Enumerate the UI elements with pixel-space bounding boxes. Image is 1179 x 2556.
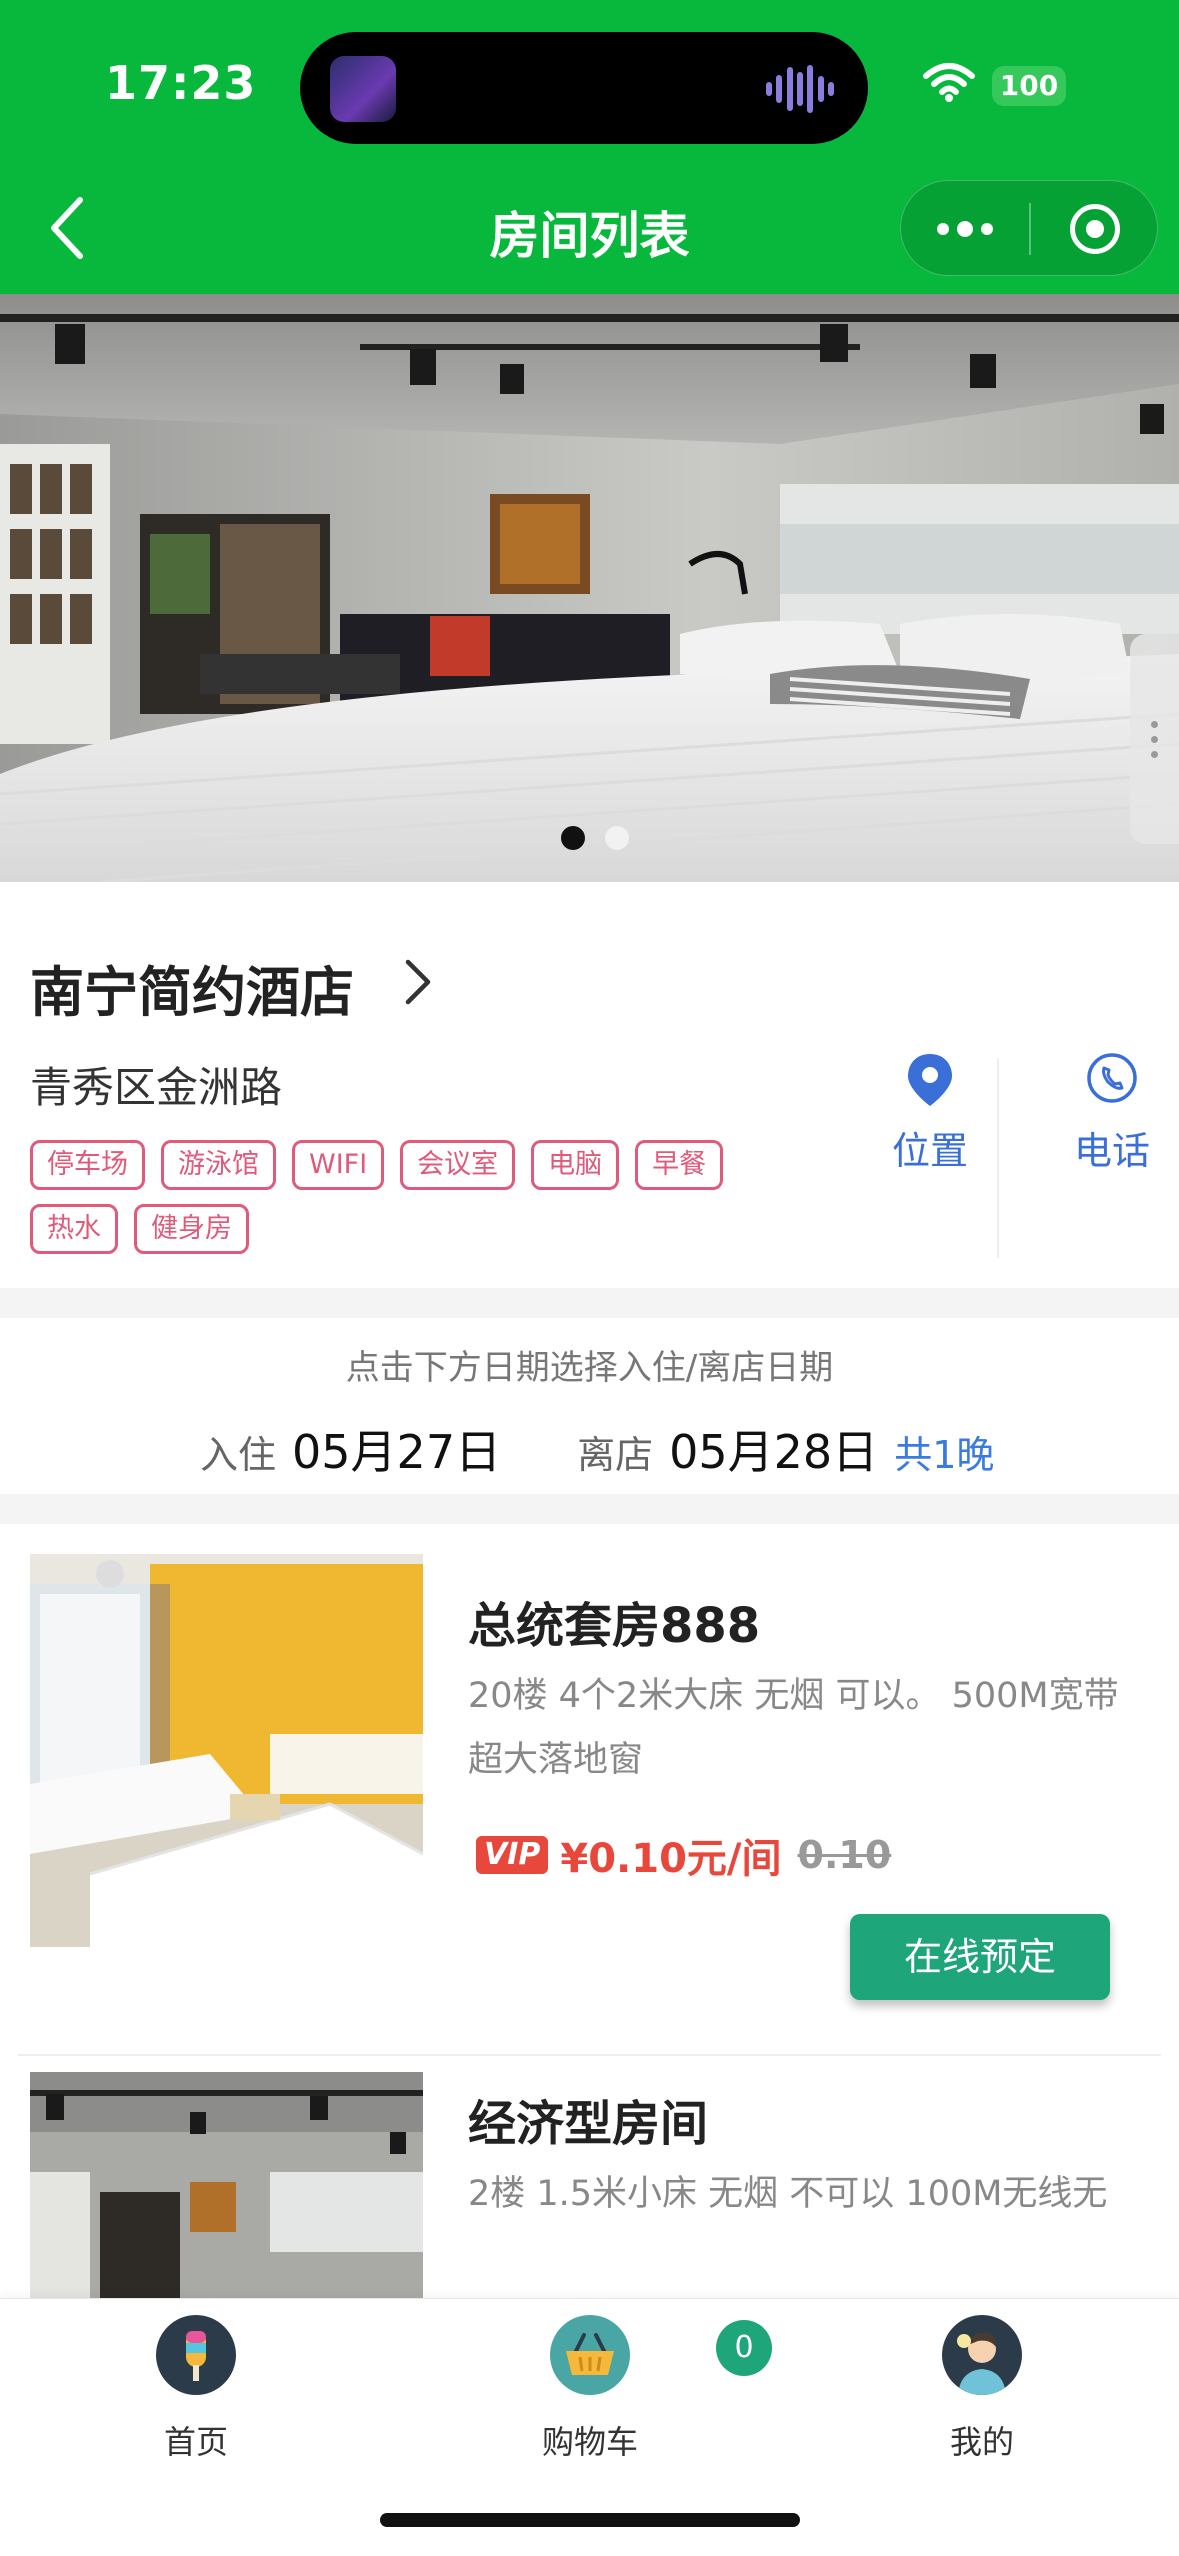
chevron-right-icon[interactable] <box>398 952 438 1012</box>
room-photo <box>30 1554 423 1947</box>
checkin-label: 入住 <box>200 1433 277 1477</box>
carousel-dot[interactable] <box>604 826 629 850</box>
tab-label: 购物车 <box>541 2423 638 2461</box>
hotel-address: 青秀区金洲路 <box>30 1063 283 1112</box>
amenity-tag: 热水 <box>30 1204 118 1254</box>
page: 17:23 100 房间列表 南宁简约酒店 青秀区金洲路 停车场 游泳馆 WIF… <box>0 0 1179 2556</box>
more-button[interactable] <box>901 181 1029 277</box>
app-thumbnail-icon <box>330 56 396 122</box>
hotel-banner-carousel[interactable] <box>0 294 1179 882</box>
wifi-icon <box>923 63 975 102</box>
room-description: 2楼 1.5米小床 无烟 不可以 100M无线无 <box>468 2174 1108 2214</box>
room-card[interactable]: 经济型房间 2楼 1.5米小床 无烟 不可以 100M无线无 <box>0 2056 1179 2298</box>
original-price: 0.10 <box>797 1833 892 1877</box>
room-description: 20楼 4个2米大床 无烟 可以。 500M宽带 超大落地窗 <box>468 1676 1119 1780</box>
carousel-dots <box>0 826 1179 850</box>
close-miniprogram-button[interactable] <box>1031 181 1159 277</box>
section-gap <box>0 1494 1179 1524</box>
tab-cart[interactable]: 购物车 <box>490 2315 690 2463</box>
checkout-label: 离店 <box>577 1433 654 1477</box>
nights-count: 共1晚 <box>894 1433 995 1477</box>
tab-label: 我的 <box>949 2423 1014 2461</box>
price-row: VIP ¥0.10元/间 0.10 <box>476 1826 891 1884</box>
room-card[interactable]: 总统套房888 20楼 4个2米大床 无烟 可以。 500M宽带 超大落地窗 V… <box>0 1524 1179 2054</box>
phone-label: 电话 <box>1073 1129 1150 1173</box>
room-name: 经济型房间 <box>468 2096 709 2152</box>
hotel-name[interactable]: 南宁简约酒店 <box>30 948 354 1027</box>
room-photo <box>30 2072 423 2298</box>
battery-indicator: 100 <box>992 66 1066 106</box>
hotel-info-card: 南宁简约酒店 青秀区金洲路 停车场 游泳馆 WIFI 会议室 电脑 早餐 热水 … <box>0 912 1179 1288</box>
date-hint: 点击下方日期选择入住/离店日期 <box>345 1348 834 1388</box>
tab-profile[interactable]: 我的 <box>882 2315 1082 2463</box>
header: 17:23 100 房间列表 <box>0 0 1179 294</box>
amenity-tag: 停车场 <box>30 1140 145 1190</box>
amenity-tag: WIFI <box>292 1140 385 1190</box>
cart-count-badge: 0 <box>716 2320 772 2376</box>
checkout-date[interactable]: 05月28日 <box>669 1416 878 1482</box>
amenity-tag: 电脑 <box>531 1140 620 1190</box>
phone-button[interactable]: 电话 <box>1050 1052 1174 1175</box>
carousel-dot-active[interactable] <box>560 826 585 850</box>
banner-photo <box>0 294 1179 882</box>
phone-icon <box>1087 1053 1137 1103</box>
action-divider <box>997 1058 999 1258</box>
location-button[interactable]: 位置 <box>870 1052 990 1175</box>
amenity-tag: 健身房 <box>134 1204 249 1254</box>
date-selector[interactable]: 点击下方日期选择入住/离店日期 入住 05月27日 离店 05月28日 共1晚 <box>0 1318 1179 1494</box>
book-online-button[interactable]: 在线预定 <box>850 1914 1110 2000</box>
target-icon <box>1070 204 1120 254</box>
status-time: 17:23 <box>105 56 257 110</box>
side-drawer-handle[interactable] <box>1130 634 1179 844</box>
avatar-icon <box>942 2315 1022 2395</box>
audio-wave-icon <box>766 64 834 114</box>
dynamic-island <box>300 32 868 144</box>
room-name: 总统套房888 <box>468 1598 761 1654</box>
amenity-tag: 会议室 <box>400 1140 516 1190</box>
vip-badge: VIP <box>476 1836 549 1874</box>
more-dots-icon <box>957 221 973 237</box>
amenity-tag: 游泳馆 <box>161 1140 276 1190</box>
home-indicator[interactable] <box>380 2513 800 2527</box>
section-gap <box>0 1288 1179 1318</box>
popsicle-icon <box>156 2315 236 2395</box>
mini-program-capsule <box>900 180 1158 276</box>
tab-home[interactable]: 首页 <box>96 2315 296 2463</box>
location-pin-icon <box>908 1054 952 1106</box>
location-label: 位置 <box>891 1129 968 1173</box>
basket-icon <box>550 2315 630 2395</box>
room-price: ¥0.10元/间 <box>560 1836 782 1882</box>
checkin-date[interactable]: 05月27日 <box>292 1416 501 1482</box>
amenity-tag: 早餐 <box>635 1140 724 1190</box>
tab-label: 首页 <box>163 2423 228 2461</box>
amenity-tags: 停车场 游泳馆 WIFI 会议室 电脑 早餐 热水 健身房 <box>30 1140 790 1254</box>
date-row: 入住 05月27日 离店 05月28日 共1晚 <box>200 1416 995 1479</box>
